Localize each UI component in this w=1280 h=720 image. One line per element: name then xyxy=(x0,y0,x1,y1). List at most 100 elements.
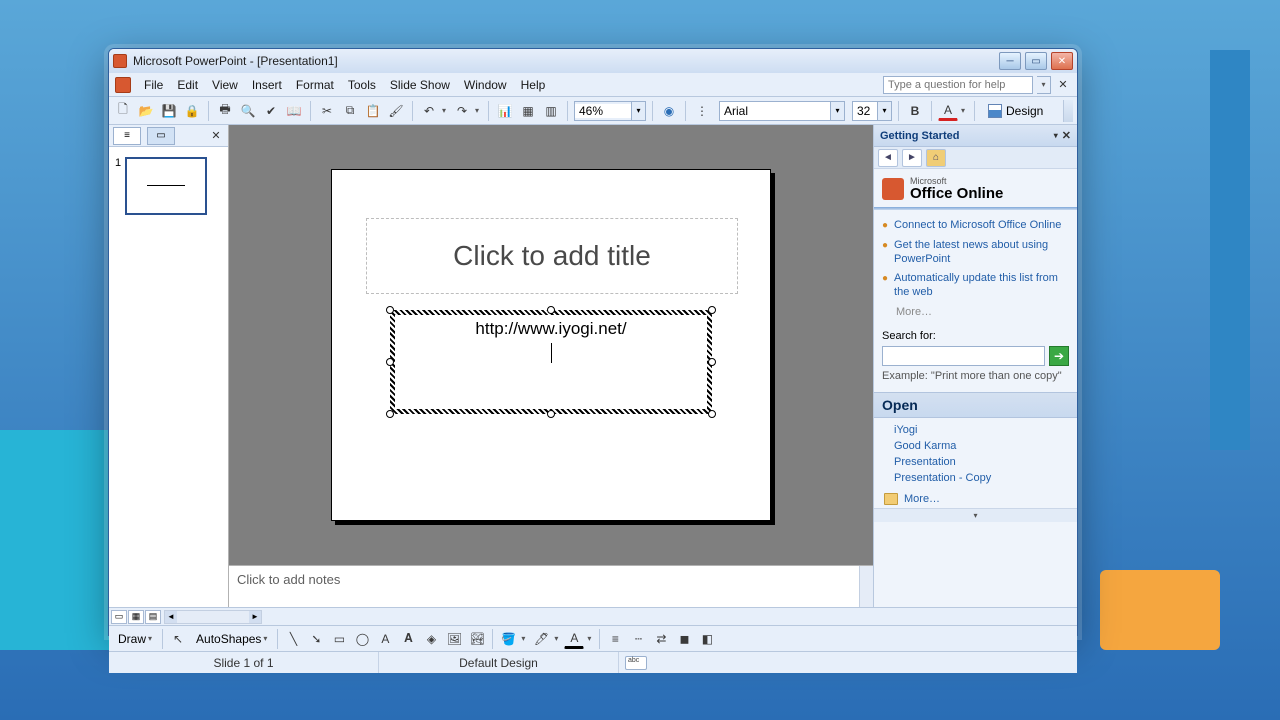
task-pane-menu-dropdown[interactable]: ▾ xyxy=(1050,131,1062,140)
line-icon[interactable]: ╲ xyxy=(283,629,303,649)
font-value[interactable]: Arial xyxy=(720,104,830,118)
select-objects-icon[interactable]: ↖ xyxy=(168,629,188,649)
menu-help[interactable]: Help xyxy=(514,76,553,94)
diagram-icon[interactable]: ◈ xyxy=(421,629,441,649)
print-icon[interactable]: 🖶 xyxy=(215,101,235,121)
tab-outline[interactable]: ≡ xyxy=(113,127,141,145)
normal-view-button[interactable]: ▭ xyxy=(111,610,127,624)
help-search-input[interactable] xyxy=(883,76,1033,94)
outline-close-button[interactable]: ✕ xyxy=(208,128,224,144)
permission-icon[interactable]: 🔒 xyxy=(182,101,202,121)
notes-scrollbar[interactable] xyxy=(859,566,873,607)
zoom-dropdown[interactable]: ▾ xyxy=(631,102,645,120)
resize-handle[interactable] xyxy=(547,410,555,418)
insert-picture-icon[interactable]: 🏞 xyxy=(467,629,487,649)
recent-file[interactable]: Presentation xyxy=(894,454,1077,470)
line-color-dropdown[interactable]: ▾ xyxy=(551,634,561,643)
clipart-icon[interactable]: 🖼 xyxy=(444,629,464,649)
menu-window[interactable]: Window xyxy=(457,76,514,94)
search-go-button[interactable]: ➔ xyxy=(1049,346,1069,366)
nav-back-button[interactable]: ◄ xyxy=(878,149,898,167)
font-size-dropdown[interactable]: ▾ xyxy=(877,102,891,120)
save-icon[interactable]: 💾 xyxy=(159,101,179,121)
cut-icon[interactable]: ✂ xyxy=(317,101,337,121)
resize-handle[interactable] xyxy=(708,306,716,314)
search-input[interactable] xyxy=(882,346,1045,366)
wordart-icon[interactable]: 𝐀 xyxy=(398,629,418,649)
recent-file[interactable]: Good Karma xyxy=(894,438,1077,454)
oval-icon[interactable]: ◯ xyxy=(352,629,372,649)
rectangle-icon[interactable]: ▭ xyxy=(329,629,349,649)
fill-color-dropdown[interactable]: ▾ xyxy=(518,634,528,643)
slide-canvas[interactable]: Click to add title http://www.iyogi.net/ xyxy=(229,125,873,565)
recent-file[interactable]: iYogi xyxy=(894,422,1077,438)
undo-dropdown[interactable]: ▾ xyxy=(439,106,449,115)
subtitle-text[interactable]: http://www.iyogi.net/ xyxy=(475,319,626,338)
font-combo[interactable]: Arial ▾ xyxy=(719,101,845,121)
slide-thumbnail[interactable]: 1 xyxy=(115,157,222,215)
slide-sorter-view-button[interactable]: ▦ xyxy=(128,610,144,624)
resize-handle[interactable] xyxy=(386,306,394,314)
scroll-left-icon[interactable]: ◄ xyxy=(165,611,177,623)
resize-handle[interactable] xyxy=(708,358,716,366)
arrow-style-icon[interactable]: ⇄ xyxy=(651,629,671,649)
font-color-icon[interactable]: A xyxy=(938,101,958,121)
minimize-button[interactable]: ─ xyxy=(999,52,1021,70)
link-auto-update-list[interactable]: ●Automatically update this list from the… xyxy=(882,269,1069,303)
font-color-draw-dropdown[interactable]: ▾ xyxy=(584,634,594,643)
slideshow-view-button[interactable]: ▤ xyxy=(145,610,161,624)
tab-slides[interactable]: ▭ xyxy=(147,127,175,145)
help-icon[interactable]: ◉ xyxy=(659,101,679,121)
menu-format[interactable]: Format xyxy=(289,76,341,94)
zoom-value[interactable]: 46% xyxy=(575,104,631,118)
task-pane-resize-grip[interactable]: ▾ xyxy=(874,508,1077,522)
slide[interactable]: Click to add title http://www.iyogi.net/ xyxy=(331,169,771,521)
dash-style-icon[interactable]: ┄ xyxy=(628,629,648,649)
spellcheck-status-icon[interactable] xyxy=(625,656,647,670)
task-pane-close-button[interactable]: ✕ xyxy=(1062,129,1071,142)
recent-file[interactable]: Presentation - Copy xyxy=(894,470,1077,486)
resize-handle[interactable] xyxy=(386,358,394,366)
arrow-icon[interactable]: ➘ xyxy=(306,629,326,649)
resize-handle[interactable] xyxy=(547,306,555,314)
link-more[interactable]: More… xyxy=(882,303,1069,318)
draw-menu[interactable]: Draw▾ xyxy=(113,629,157,649)
redo-dropdown[interactable]: ▾ xyxy=(472,106,482,115)
maximize-button[interactable]: ▭ xyxy=(1025,52,1047,70)
font-color-draw-icon[interactable]: A xyxy=(564,629,584,649)
font-dropdown[interactable]: ▾ xyxy=(830,102,844,120)
menu-slideshow[interactable]: Slide Show xyxy=(383,76,457,94)
menu-view[interactable]: View xyxy=(205,76,245,94)
menu-tools[interactable]: Tools xyxy=(341,76,383,94)
font-size-value[interactable]: 32 xyxy=(853,104,877,118)
fill-color-icon[interactable]: 🪣 xyxy=(498,629,518,649)
close-button[interactable]: ✕ xyxy=(1051,52,1073,70)
font-size-combo[interactable]: 32 ▾ xyxy=(852,101,892,121)
menu-file[interactable]: File xyxy=(137,76,170,94)
horizontal-scrollbar[interactable]: ◄ ► xyxy=(164,610,262,624)
link-latest-news[interactable]: ●Get the latest news about using PowerPo… xyxy=(882,236,1069,270)
tables-borders-icon[interactable]: ▥ xyxy=(541,101,561,121)
doc-close-button[interactable]: ✕ xyxy=(1055,77,1071,93)
line-style-icon[interactable]: ≡ xyxy=(605,629,625,649)
font-color-dropdown[interactable]: ▾ xyxy=(958,106,968,115)
nav-forward-button[interactable]: ► xyxy=(902,149,922,167)
menu-edit[interactable]: Edit xyxy=(170,76,205,94)
open-more[interactable]: More… xyxy=(874,490,1077,508)
notes-pane[interactable]: Click to add notes xyxy=(229,565,873,607)
insert-table-icon[interactable]: ▦ xyxy=(518,101,538,121)
control-menu-icon[interactable] xyxy=(115,77,131,93)
title-placeholder[interactable]: Click to add title xyxy=(366,218,738,294)
undo-icon[interactable]: ↶ xyxy=(419,101,439,121)
autoshapes-menu[interactable]: AutoShapes▾ xyxy=(191,629,272,649)
line-color-icon[interactable]: 🖊 xyxy=(531,629,551,649)
copy-icon[interactable]: ⧉ xyxy=(340,101,360,121)
open-icon[interactable]: 📂 xyxy=(136,101,156,121)
scroll-right-icon[interactable]: ► xyxy=(249,611,261,623)
print-preview-icon[interactable]: 🔍 xyxy=(238,101,258,121)
menu-insert[interactable]: Insert xyxy=(245,76,289,94)
format-painter-icon[interactable]: 🖌 xyxy=(386,101,406,121)
link-connect-office-online[interactable]: ●Connect to Microsoft Office Online xyxy=(882,216,1069,236)
resize-handle[interactable] xyxy=(386,410,394,418)
textbox-icon[interactable]: A xyxy=(375,629,395,649)
